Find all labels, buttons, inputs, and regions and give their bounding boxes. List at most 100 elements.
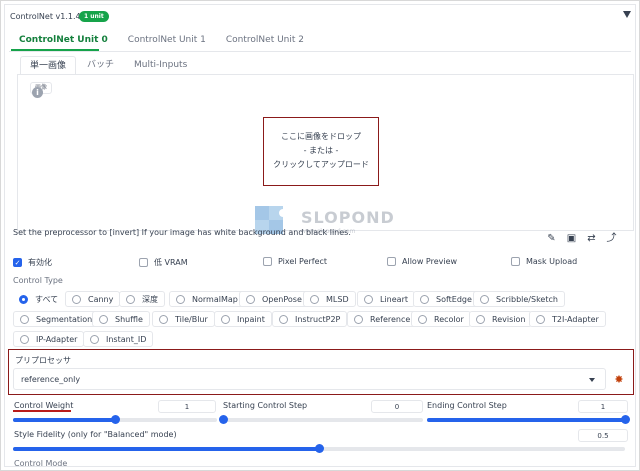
radio-revision[interactable]: Revision (469, 311, 533, 327)
radio-instant-id[interactable]: Instant_ID (83, 331, 154, 347)
radio-recolor[interactable]: Recolor (411, 311, 471, 327)
pixel-perfect-checkbox[interactable]: Pixel Perfect (263, 257, 327, 266)
pixel-perfect-box[interactable] (263, 257, 272, 266)
radio-normalmap-dot[interactable] (176, 294, 185, 304)
radio-openpose-dot[interactable] (246, 294, 255, 304)
ending-step-slider[interactable] (427, 415, 630, 424)
drop-line-2: - または - (303, 146, 339, 155)
low-vram-checkbox[interactable]: 低 VRAM (139, 257, 188, 268)
radio-tile-blur-dot[interactable] (159, 314, 168, 324)
radio-row-2: Segmentation Shuffle Tile/Blur Inpaint I… (13, 311, 625, 328)
radio-t2i-adapter-dot[interactable] (536, 314, 545, 324)
radio-segmentation-dot[interactable] (20, 314, 29, 324)
radio-instant-id-label: Instant_ID (106, 334, 147, 344)
control-type-radio-group: すべて Canny 深度 NormalMap OpenPose MLSD Lin… (13, 291, 625, 351)
tab-unit-2[interactable]: ControlNet Unit 2 (226, 34, 304, 46)
radio-shuffle[interactable]: Shuffle (92, 311, 150, 327)
control-weight-thumb[interactable] (111, 415, 120, 424)
radio-instructp2p-dot[interactable] (279, 314, 288, 324)
radio-recolor-dot[interactable] (418, 314, 427, 324)
tab-multi-inputs[interactable]: Multi-Inputs (125, 56, 196, 76)
radio-instructp2p[interactable]: InstructP2P (272, 311, 348, 327)
image-info-icon: i (32, 87, 43, 98)
radio-depth[interactable]: 深度 (119, 291, 165, 307)
radio-row-1: すべて Canny 深度 NormalMap OpenPose MLSD Lin… (13, 291, 625, 308)
mask-upload-checkbox[interactable]: Mask Upload (511, 257, 577, 266)
enable-checkbox[interactable]: ✓ 有効化 (13, 257, 52, 268)
preprocessor-note: Set the preprocessor to [invert] If your… (13, 228, 351, 237)
radio-inpaint-dot[interactable] (221, 314, 230, 324)
ending-step-input[interactable]: 1 (578, 400, 628, 413)
radio-lineart-dot[interactable] (364, 294, 373, 304)
camera-icon[interactable]: ▣ (566, 233, 577, 244)
radio-lineart[interactable]: Lineart (357, 291, 415, 307)
radio-normalmap[interactable]: NormalMap (169, 291, 245, 307)
run-preprocessor-icon[interactable]: ✸ (613, 374, 625, 386)
image-tools: ✎ ▣ ⇄ ⤴ (546, 233, 617, 244)
radio-shuffle-dot[interactable] (99, 314, 108, 324)
tab-batch[interactable]: バッチ (78, 56, 123, 76)
radio-segmentation[interactable]: Segmentation (13, 311, 100, 327)
starting-step-slider[interactable] (219, 415, 423, 424)
collapse-triangle-icon[interactable] (623, 11, 631, 18)
radio-canny-dot[interactable] (72, 294, 81, 304)
radio-tile-blur[interactable]: Tile/Blur (152, 311, 215, 327)
radio-segmentation-label: Segmentation (36, 314, 93, 324)
radio-lineart-label: Lineart (380, 294, 408, 304)
radio-softedge-dot[interactable] (420, 294, 429, 304)
tab-unit-0[interactable]: ControlNet Unit 0 (19, 34, 108, 46)
control-weight-highlight (13, 410, 71, 412)
watermark-text: SLOPOND (301, 208, 395, 227)
starting-step-input[interactable]: 0 (371, 400, 423, 413)
redo-curve-icon[interactable]: ⤴ (606, 233, 617, 244)
radio-revision-label: Revision (492, 314, 526, 324)
radio-tile-blur-label: Tile/Blur (175, 314, 208, 324)
allow-preview-checkbox[interactable]: Allow Preview (387, 257, 457, 266)
radio-reference-dot[interactable] (354, 314, 363, 324)
control-mode-label: Control Mode (14, 459, 68, 468)
pixel-perfect-label: Pixel Perfect (278, 257, 328, 266)
radio-t2i-adapter[interactable]: T2I-Adapter (529, 311, 606, 327)
ending-step-thumb[interactable] (621, 415, 630, 424)
allow-preview-box[interactable] (387, 257, 396, 266)
starting-step-thumb[interactable] (219, 415, 228, 424)
radio-depth-label: 深度 (142, 294, 158, 304)
radio-depth-dot[interactable] (126, 294, 135, 304)
radio-softedge[interactable]: SoftEdge (413, 291, 479, 307)
radio-inpaint[interactable]: Inpaint (214, 311, 272, 327)
style-fidelity-slider[interactable] (13, 444, 625, 453)
preprocessor-select[interactable]: reference_only (13, 368, 606, 390)
swap-arrows-icon[interactable]: ⇄ (586, 233, 597, 244)
radio-canny[interactable]: Canny (65, 291, 121, 307)
radio-ip-adapter[interactable]: IP-Adapter (13, 331, 85, 347)
radio-mlsd-label: MLSD (326, 294, 349, 304)
radio-scribble-dot[interactable] (480, 294, 489, 304)
radio-instant-id-dot[interactable] (90, 334, 99, 344)
radio-mlsd-dot[interactable] (310, 294, 319, 304)
radio-openpose[interactable]: OpenPose (239, 291, 309, 307)
drop-instructions[interactable]: ここに画像をドロップ - または - クリックしてアップロード (263, 117, 379, 186)
enable-check-icon[interactable]: ✓ (13, 258, 22, 267)
edit-note-icon[interactable]: ✎ (546, 233, 557, 244)
radio-scribble[interactable]: Scribble/Sketch (473, 291, 565, 307)
radio-openpose-label: OpenPose (262, 294, 302, 304)
radio-mlsd[interactable]: MLSD (303, 291, 356, 307)
tabs-divider (9, 51, 631, 52)
starting-step-label: Starting Control Step (223, 401, 308, 410)
radio-all[interactable]: すべて (13, 291, 65, 307)
allow-preview-label: Allow Preview (402, 257, 458, 266)
style-fidelity-input[interactable]: 0.5 (578, 429, 628, 442)
radio-ip-adapter-dot[interactable] (20, 334, 29, 344)
mask-upload-box[interactable] (511, 257, 520, 266)
radio-all-dot[interactable] (19, 294, 28, 304)
style-fidelity-thumb[interactable] (315, 444, 324, 453)
tab-single-image[interactable]: 単一画像 (20, 56, 77, 76)
radio-recolor-label: Recolor (434, 314, 464, 324)
radio-revision-dot[interactable] (476, 314, 485, 324)
radio-reference[interactable]: Reference (347, 311, 418, 327)
radio-row-3: IP-Adapter Instant_ID (13, 331, 625, 348)
tab-unit-1[interactable]: ControlNet Unit 1 (128, 34, 206, 46)
control-weight-slider[interactable] (13, 415, 217, 424)
low-vram-box[interactable] (139, 258, 148, 267)
control-weight-input[interactable]: 1 (158, 400, 216, 413)
